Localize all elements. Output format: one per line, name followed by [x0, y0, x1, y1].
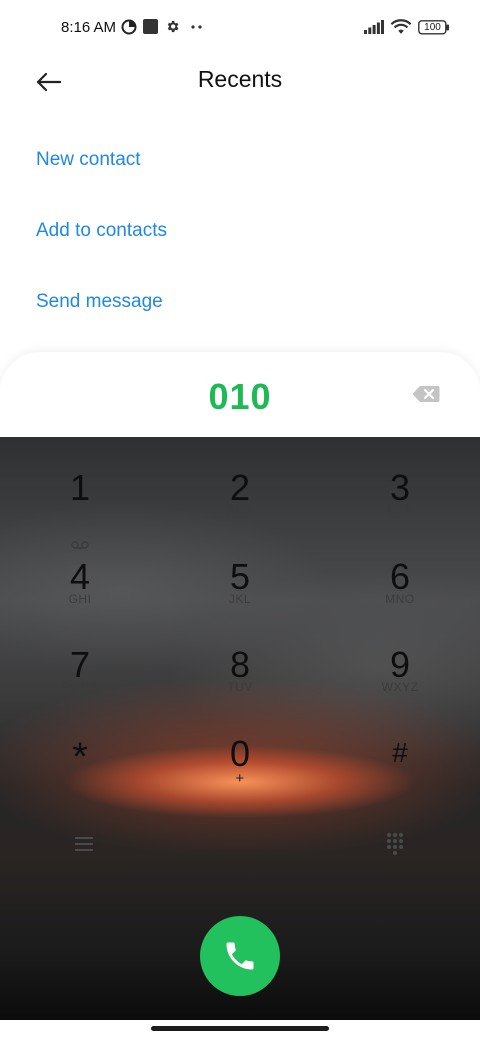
key-letters: +	[235, 770, 245, 787]
new-contact-button[interactable]: New contact	[36, 149, 141, 171]
backspace-button[interactable]	[412, 385, 442, 405]
key-letters: PQRS	[61, 680, 98, 694]
key-letters: ABC	[226, 503, 254, 517]
key-digit: #	[392, 737, 408, 768]
wifi-icon	[390, 19, 412, 34]
battery-level: 100	[424, 22, 441, 33]
key-letters: MNO	[385, 592, 415, 606]
key-hash[interactable]: #	[340, 733, 460, 813]
send-message-button[interactable]: Send message	[36, 291, 163, 313]
phone-icon	[226, 942, 254, 970]
call-button[interactable]	[200, 916, 280, 996]
backspace-icon	[412, 386, 440, 402]
key-letters: JKL	[228, 592, 252, 606]
key-letters: WXYZ	[381, 680, 419, 694]
key-1[interactable]: 1	[20, 467, 140, 549]
key-letters: DEF	[387, 503, 413, 517]
status-time: 8:16 AM	[61, 19, 117, 36]
key-2[interactable]: 2 ABC	[180, 467, 300, 547]
voicemail-icon	[71, 541, 89, 549]
menu-icon	[75, 837, 93, 851]
add-to-contacts-button[interactable]: Add to contacts	[36, 220, 167, 242]
dialpad-icon	[387, 833, 403, 855]
key-star[interactable]: * ,	[20, 733, 140, 813]
key-7[interactable]: 7 PQRS	[20, 644, 140, 724]
settings-gear-icon	[167, 20, 179, 33]
key-3[interactable]: 3 DEF	[340, 467, 460, 547]
key-6[interactable]: 6 MNO	[340, 556, 460, 636]
dialed-number: 010	[208, 376, 272, 417]
menu-button[interactable]	[64, 824, 104, 864]
key-4[interactable]: 4 GHI	[20, 556, 140, 636]
dialpad-toggle-button[interactable]	[375, 824, 415, 864]
square-notification-icon	[143, 19, 158, 34]
page-title: Recents	[197, 66, 283, 92]
key-digit: 0	[229, 733, 251, 774]
key-letters: ,	[77, 767, 83, 783]
key-9[interactable]: 9 WXYZ	[340, 644, 460, 724]
key-letters: TUV	[227, 680, 253, 694]
navigation-handle[interactable]	[151, 1026, 329, 1031]
more-dots-icon	[191, 25, 202, 29]
key-0[interactable]: 0 +	[180, 733, 300, 813]
key-letters: GHI	[68, 592, 92, 606]
status-bar: 8:16 AM 100	[0, 0, 480, 56]
keypad: 1 2 ABC 3 DEF 4 GHI 5 JKL 6 MNO 7 PQRS 8…	[0, 437, 480, 1020]
key-8[interactable]: 8 TUV	[180, 644, 300, 724]
key-5[interactable]: 5 JKL	[180, 556, 300, 636]
signal-icon	[364, 20, 384, 34]
key-digit: 1	[69, 467, 91, 508]
battery-icon: 100	[418, 20, 449, 35]
data-saver-icon	[121, 19, 137, 35]
